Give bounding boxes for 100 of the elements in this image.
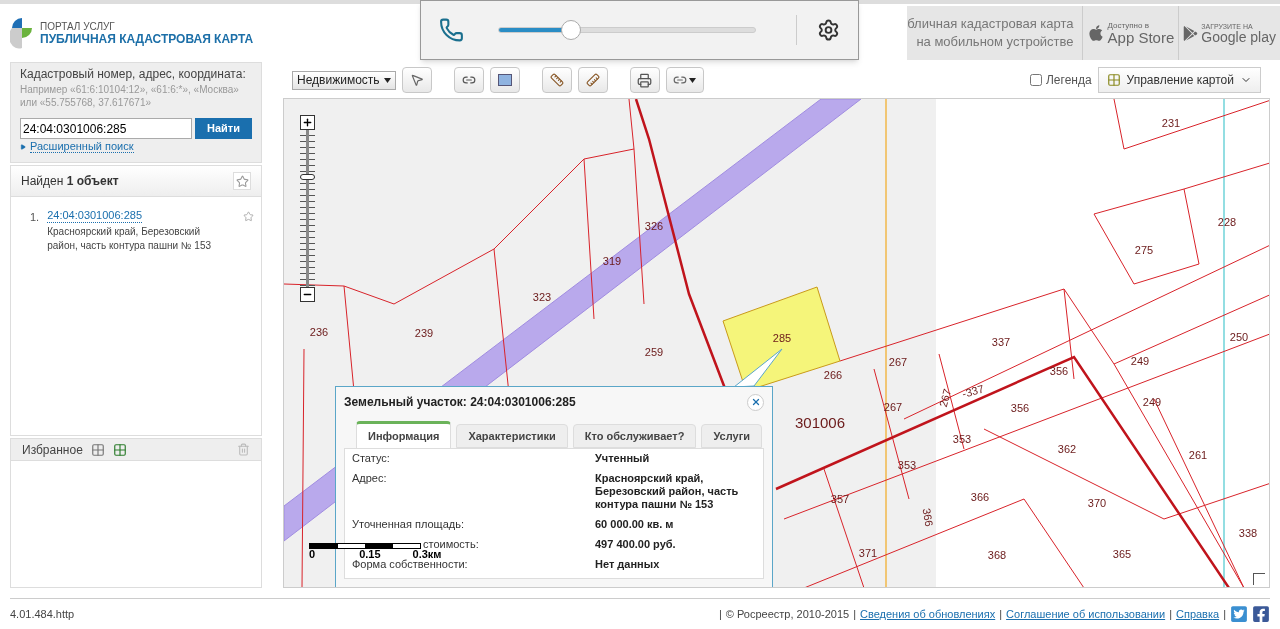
expand-icon [20,143,26,150]
parcel-label: 366 [920,507,936,528]
identify-tool[interactable] [401,67,432,93]
polygon-icon [497,74,512,86]
twitter-icon[interactable] [1230,605,1248,623]
popup-tab[interactable]: Информация [356,421,452,448]
resize-icon [1253,573,1265,585]
close-button[interactable] [747,393,764,411]
caret-icon [383,77,391,83]
footer-link[interactable]: Соглашение об использовании [1006,605,1166,623]
mobile-promo-text: на мобильном устройстве [916,33,1074,51]
link-tool[interactable] [665,67,704,93]
play-icon [1183,25,1199,41]
advanced-search-link[interactable]: Расширенный поиск [30,140,134,153]
parcel-label: 228 [1217,216,1237,228]
field-label: Форма собственности: [352,558,468,571]
parcel-label: 319 [602,255,622,267]
caret-icon [689,77,697,83]
separator: | [1223,606,1226,622]
link-icon [461,73,476,87]
parcel-label: 356 [1010,402,1030,414]
ruler-tool[interactable] [541,67,572,93]
app-store-link[interactable]: Доступно в App Store [1081,6,1179,60]
scale-label: 0.15 [359,549,381,560]
popup-title: Земельный участок: 24:04:0301006:285 [344,394,576,411]
spreadsheet-export-icon[interactable] [90,442,105,457]
search-label: Кадастровый номер, адрес, координата: [20,66,247,83]
scale-label: 0 [309,549,316,560]
field-value: Красноярский край, Березовский район, часть контура пашни № 153 [595,472,740,511]
mobile-promo-text: бличная кадастровая карта [907,15,1074,33]
plus-icon [302,117,313,128]
field-value: Нет данных [595,558,661,571]
pointer-icon [409,73,424,87]
field-value: 497 400.00 руб. [595,538,677,551]
favorite-button[interactable] [233,172,251,190]
result-address: Красноярский край, Березовский район, часть контура пашни № 153 [47,225,212,253]
popup-tab[interactable]: Характеристики [456,424,568,448]
parcel-label: -337 [960,382,986,400]
popup-tab[interactable]: Кто обслуживает? [572,424,697,448]
area-measure-tool[interactable] [577,67,608,93]
legend-checkbox[interactable] [1029,74,1042,86]
parcel-label: 323 [532,291,552,303]
settings-icon[interactable] [816,18,840,42]
parcel-label: 275 [1134,244,1154,256]
parcel-label: 326 [644,220,664,232]
parcel-label: 338 [1238,527,1258,539]
popup-tab[interactable]: Услуги [701,424,762,448]
ruler-icon [585,73,600,87]
spreadsheet-import-icon[interactable] [112,442,127,457]
result-link[interactable]: 24:04:0301006:285 [47,209,142,223]
field-label: Адрес: [352,472,387,486]
search-field[interactable]: 24:04:0301006:285 [20,118,192,139]
grid-icon [1106,73,1121,87]
parcel-label: 239 [414,327,434,339]
separator: | [999,606,1003,622]
separator: | [853,606,856,622]
zoom-slider-thumb[interactable] [300,173,315,180]
site-title: ПУБЛИЧНАЯ КАДАСТРОВАЯ КАРТА [40,33,254,46]
portal-name: ПОРТАЛ УСЛУГ [40,20,116,33]
footer-link[interactable]: Справка [1176,605,1220,623]
favorites-title: Избранное [22,441,83,459]
facebook-icon[interactable] [1252,605,1270,623]
separator: | [1169,606,1172,622]
phone-icon[interactable] [439,17,464,43]
parcel-label: 266 [823,369,843,381]
parcel-label: 285 [772,332,792,344]
parcel-label: 365 [1112,548,1132,560]
footer-link[interactable]: Сведения об обновлениях [860,605,996,623]
field-value: Учтенный [595,452,651,465]
zoom-in-button[interactable] [300,115,315,130]
parcel-label: 267 [888,356,908,368]
volume-thumb[interactable] [560,20,581,40]
parcel-label: 261 [1188,449,1208,461]
parcel-label: 353 [897,459,917,471]
map-control-dropdown[interactable]: Управление картой [1097,67,1261,93]
block-label: 301006 [794,414,846,431]
parcel-label: 259 [644,346,664,358]
parcel-label: 368 [987,549,1007,561]
parcel-label: 362 [1057,443,1077,455]
print-tool[interactable] [629,67,660,93]
layer-dropdown[interactable]: Недвижимость [292,70,396,90]
legend-label: Легенда [1045,72,1092,89]
apple-icon [1086,24,1105,42]
separator: | [718,606,722,622]
parcel-label: 370 [1087,497,1107,509]
zoom-out-button[interactable] [300,287,315,302]
ruler-icon [549,73,564,87]
version-text: 4.01.484.http [10,606,75,622]
copyright-text: © Росреестр, 2010-2015 [725,606,850,622]
scale-label: 0.3км [412,549,442,560]
parcel-label: 356 [1049,365,1069,377]
search-button[interactable]: Найти [195,118,252,139]
area-query-tool[interactable] [489,67,520,93]
parcel-label: 267 [936,387,954,409]
printer-icon [637,72,653,88]
field-value: 60 000.00 кв. м [595,518,675,531]
field-label: Статус: [352,452,390,465]
portal-logo-icon [10,16,34,50]
parcel-label: 366 [970,491,990,503]
field-label: Уточненная площадь: [352,518,464,531]
